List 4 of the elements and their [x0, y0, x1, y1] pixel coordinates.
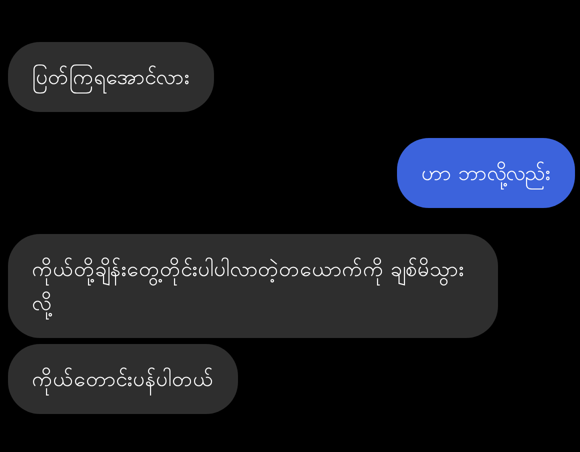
message-bubble: ပြတ်ကြရအောင်လား — [8, 42, 214, 112]
message-bubble: ကိုယ်တောင်းပန်ပါတယ် — [8, 344, 238, 414]
message-bubble: ဟာ ဘာလို့လည်း — [397, 138, 575, 208]
message-bubble: ကိုယ်တို့ချိန်းတွေ့တိုင်းပါပါလာတဲ့တယောက်ကို ချစ်မိသွားလို့ — [8, 234, 498, 338]
